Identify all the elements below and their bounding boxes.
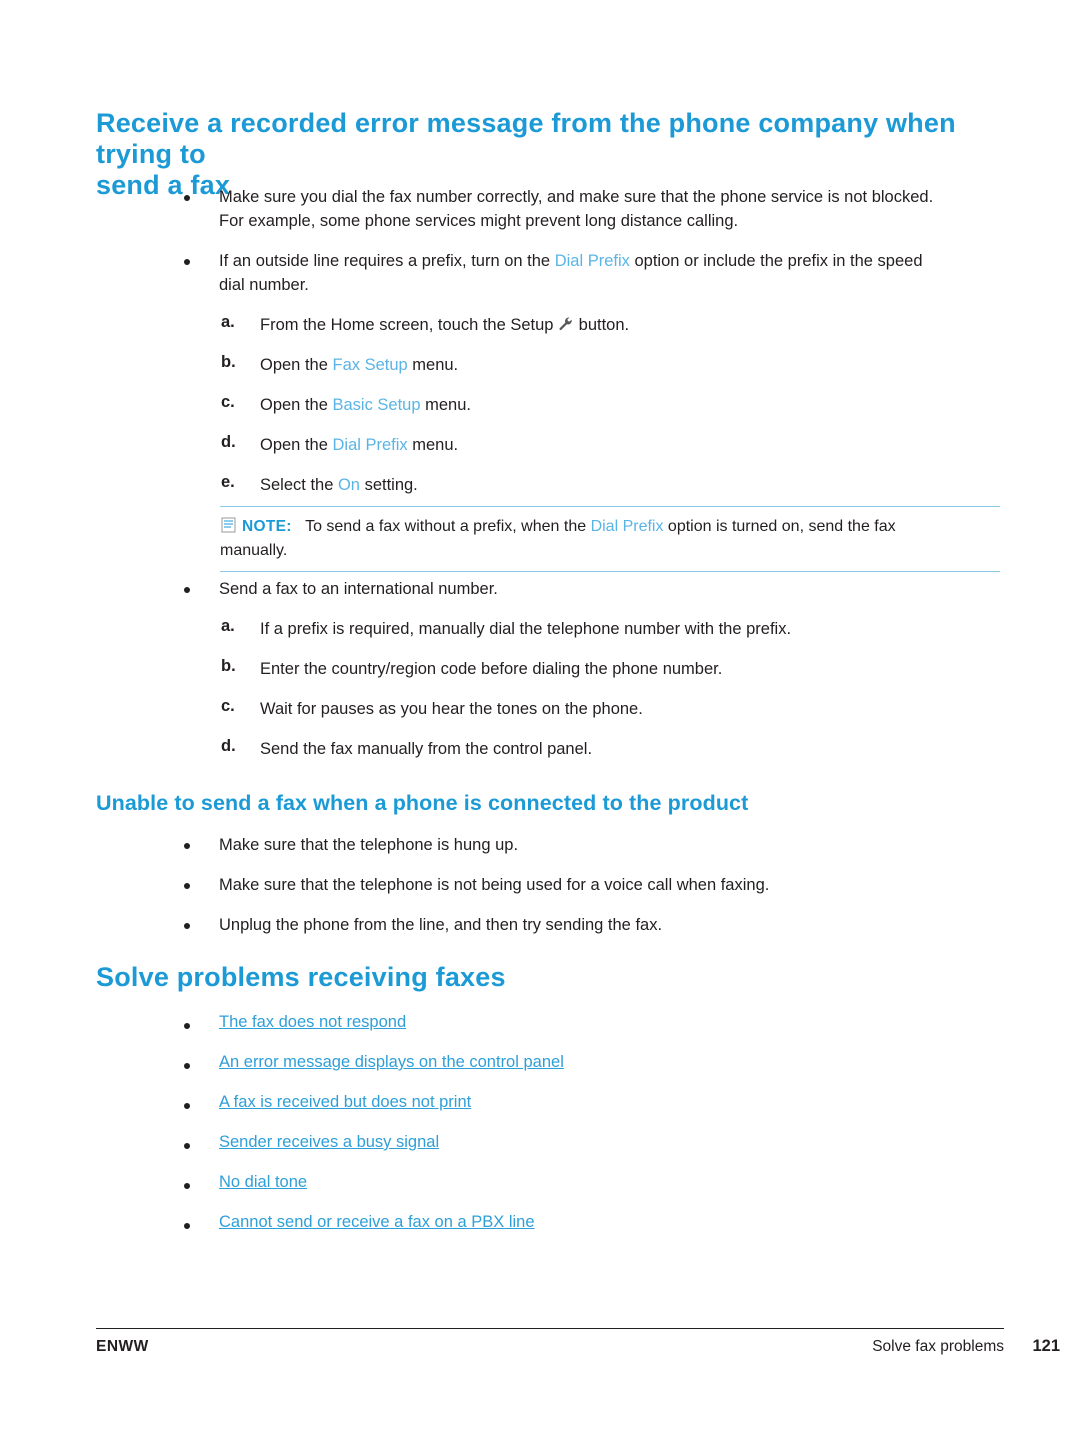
section-heading-solve-problems-receiving-faxes: Solve problems receiving faxes — [96, 962, 506, 992]
bullet-text: Send a fax to an international number. — [219, 580, 498, 598]
bullet-dot — [184, 259, 190, 265]
bullet-line2: For example, some phone services might p… — [219, 212, 739, 230]
ui-term-dial-prefix: Dial Prefix — [590, 518, 664, 535]
step-label-c: c. — [221, 697, 235, 715]
step-text-pre: From the Home screen, touch the Setup — [260, 316, 559, 334]
note-label: NOTE: — [242, 518, 292, 535]
step-text-a: If a prefix is required, manually dial t… — [260, 620, 792, 638]
ui-term-dial-prefix: Dial Prefix — [554, 252, 630, 270]
step-label-d: d. — [221, 737, 236, 755]
footer-left-label: ENWW — [96, 1338, 149, 1355]
step-text-a: From the Home screen, touch the Setup bu… — [260, 313, 1000, 339]
link-fax-received-not-print[interactable]: A fax is received but does not print — [219, 1093, 471, 1112]
step-label-b: b. — [221, 657, 236, 675]
bullet-dot — [184, 1183, 190, 1189]
step-text-pre: Open the — [260, 356, 333, 374]
link-error-message-displays[interactable]: An error message displays on the control… — [219, 1053, 564, 1072]
step-label-a: a. — [221, 617, 235, 635]
ui-term-dial-prefix: Dial Prefix — [332, 436, 408, 454]
step-label-b: b. — [221, 353, 236, 371]
step-text-post: button. — [574, 316, 630, 334]
bullet-dot — [184, 587, 190, 593]
document-page: Receive a recorded error message from th… — [0, 0, 1080, 1437]
bullet-text: Make sure you dial the fax number correc… — [219, 185, 1009, 233]
step-text-c: Open the Basic Setup menu. — [260, 393, 1000, 417]
step-label-d: d. — [221, 433, 236, 451]
step-text-pre: Open the — [260, 436, 333, 454]
step-text-post: menu. — [407, 356, 459, 374]
note-icon — [220, 516, 238, 539]
section-heading-line1: Receive a recorded error message from th… — [96, 108, 956, 169]
step-label-e: e. — [221, 473, 235, 491]
note-pre: To send a fax without a prefix, when the — [305, 518, 591, 535]
bullet-line2: dial number. — [219, 276, 309, 294]
footer-right-label: Solve fax problems — [872, 1338, 1004, 1355]
bullet-dot — [184, 1023, 190, 1029]
bullet-post: option or include the prefix in the spee… — [629, 252, 923, 270]
bullet-dot — [184, 195, 190, 201]
bullet-pre: If an outside line requires a prefix, tu… — [219, 252, 555, 270]
footer-page-number: 121 — [1032, 1337, 1060, 1355]
step-text-post: menu. — [420, 396, 471, 414]
step-text-post: menu. — [407, 436, 459, 454]
bullet-text: Unplug the phone from the line, and then… — [219, 916, 663, 934]
link-sender-receives-busy-signal[interactable]: Sender receives a busy signal — [219, 1133, 439, 1152]
step-text-d: Open the Dial Prefix menu. — [260, 433, 1000, 457]
ui-term-fax-setup: Fax Setup — [332, 356, 408, 374]
bullet-text: Make sure that the telephone is hung up. — [219, 836, 519, 854]
note-box: NOTE: To send a fax without a prefix, wh… — [220, 506, 1000, 572]
ui-term-on: On — [337, 476, 360, 494]
step-text-pre: Open the — [260, 396, 333, 414]
link-no-dial-tone[interactable]: No dial tone — [219, 1173, 307, 1192]
step-text-post: setting. — [359, 476, 418, 494]
bullet-dot — [184, 1063, 190, 1069]
bullet-line1: Make sure you dial the fax number correc… — [219, 188, 934, 206]
link-cannot-send-receive-pbx[interactable]: Cannot send or receive a fax on a PBX li… — [219, 1213, 535, 1232]
step-text-pre: Select the — [260, 476, 338, 494]
note-line2: manually. — [220, 542, 288, 559]
step-text-d: Send the fax manually from the control p… — [260, 740, 593, 758]
note-text: To send a fax without a prefix, when the… — [220, 518, 896, 559]
bullet-dot — [184, 1103, 190, 1109]
link-fax-does-not-respond[interactable]: The fax does not respond — [219, 1013, 406, 1032]
bullet-dot — [184, 883, 190, 889]
subsection-heading-unable-to-send-fax: Unable to send a fax when a phone is con… — [96, 791, 749, 815]
bullet-text: Make sure that the telephone is not bein… — [219, 876, 770, 894]
step-label-c: c. — [221, 393, 235, 411]
step-text-b: Open the Fax Setup menu. — [260, 353, 1000, 377]
footer-divider — [96, 1328, 1004, 1329]
step-text-c: Wait for pauses as you hear the tones on… — [260, 700, 643, 718]
bullet-text: If an outside line requires a prefix, tu… — [219, 249, 1009, 297]
bullet-dot — [184, 1143, 190, 1149]
ui-term-basic-setup: Basic Setup — [332, 396, 421, 414]
bullet-dot — [184, 923, 190, 929]
section-heading-line2: send a fax — [96, 170, 231, 200]
step-label-a: a. — [221, 313, 235, 331]
step-text-e: Select the On setting. — [260, 473, 1000, 497]
bullet-dot — [184, 1223, 190, 1229]
step-text-b: Enter the country/region code before dia… — [260, 660, 723, 678]
wrench-icon — [558, 315, 574, 339]
bullet-dot — [184, 843, 190, 849]
note-post: option is turned on, send the fax — [663, 518, 896, 535]
